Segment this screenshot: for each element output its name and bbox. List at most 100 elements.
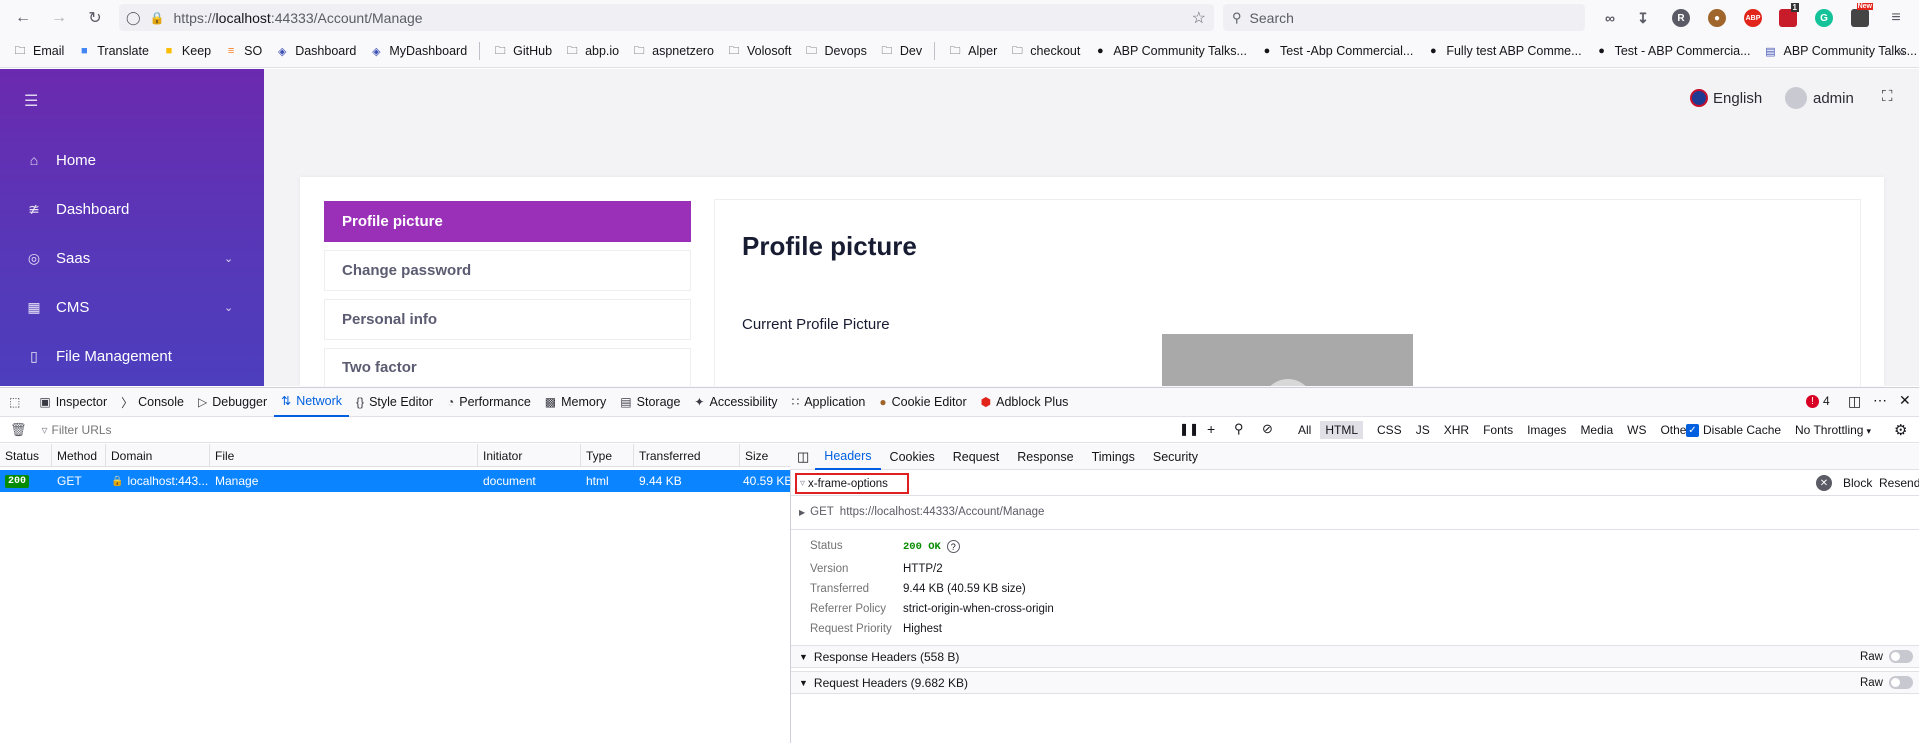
column-file[interactable]: File	[210, 444, 478, 467]
filter-all[interactable]: All	[1298, 423, 1311, 441]
filter-media[interactable]: Media	[1580, 423, 1613, 441]
star-bookmark-icon[interactable]: ☆	[1192, 8, 1206, 28]
tab-response[interactable]: Response	[1008, 444, 1082, 470]
element-picker-icon[interactable]: ⬚	[0, 387, 32, 417]
bookmark-aspnetzero[interactable]: 🗀 aspnetzero	[631, 44, 714, 58]
filter-ws[interactable]: WS	[1627, 423, 1646, 441]
raw-toggle[interactable]: Raw	[1860, 650, 1919, 663]
column-type[interactable]: Type	[581, 444, 634, 467]
cookie-icon[interactable]: ●	[1708, 9, 1726, 27]
bookmark-github[interactable]: 🗀 GitHub	[492, 44, 552, 58]
back-arrow-icon[interactable]: ←	[9, 4, 37, 32]
column-domain[interactable]: Domain	[106, 444, 210, 467]
bookmark-abp-io[interactable]: 🗀 abp.io	[564, 44, 620, 58]
menu-icon[interactable]: ≡	[1887, 9, 1905, 27]
filter-images[interactable]: Images	[1527, 423, 1566, 441]
private-mask-icon[interactable]: ∞	[1601, 9, 1619, 27]
tab-timings[interactable]: Timings	[1083, 444, 1144, 470]
table-row[interactable]: 200 GET 🔒 localhost:443... Manage documen…	[0, 470, 792, 492]
block-icon[interactable]: ⊘	[1262, 421, 1273, 437]
toggle-switch[interactable]	[1889, 676, 1913, 689]
filter-css[interactable]: CSS	[1377, 423, 1402, 441]
response-headers-section[interactable]: ▼ Response Headers (558 B) Raw	[791, 645, 1919, 668]
tab-accessibility[interactable]: ✦ Accessibility	[687, 387, 784, 417]
column-status[interactable]: Status	[0, 444, 52, 467]
search-bar[interactable]: ⚲ Search	[1223, 4, 1585, 31]
more-options-icon[interactable]: ⋯	[1873, 392, 1887, 409]
filter-xhr[interactable]: XHR	[1444, 423, 1469, 441]
bookmark-email[interactable]: 🗀 Email	[12, 44, 65, 58]
tab-security[interactable]: Security	[1144, 444, 1207, 470]
tab-cookie-editor[interactable]: ● Cookie Editor	[872, 387, 973, 417]
sidebar-item-cms[interactable]: ▦ CMS ⌄	[24, 295, 233, 319]
help-icon[interactable]: ?	[946, 540, 960, 553]
trash-icon[interactable]: 🗑	[10, 422, 27, 438]
sidebar-item-home[interactable]: ⌂ Home	[24, 148, 96, 172]
gear-icon[interactable]: ⚙	[1894, 421, 1907, 439]
disable-cache-checkbox[interactable]: ✓ Disable Cache	[1686, 423, 1781, 437]
resend-button[interactable]: Resend	[1879, 476, 1919, 490]
dock-side-icon[interactable]: ◫	[1848, 393, 1861, 410]
bookmark-mydashboard[interactable]: ◈ MyDashboard	[368, 44, 467, 58]
tab-network[interactable]: ⇅ Network	[274, 387, 350, 417]
sidebar-item-dashboard[interactable]: ≇ Dashboard	[24, 197, 129, 221]
tab-adblock-plus[interactable]: ⬢ Adblock Plus	[974, 387, 1076, 417]
plus-icon[interactable]: +	[1207, 421, 1215, 437]
bookmark-devops[interactable]: 🗀 Devops	[803, 44, 867, 58]
bookmark-abp-community-talks[interactable]: ● ABP Community Talks...	[1092, 44, 1247, 58]
column-method[interactable]: Method	[52, 444, 106, 467]
bookmark-fully-test[interactable]: ● Fully test ABP Comme...	[1425, 44, 1582, 58]
toggle-sidebar-icon[interactable]: ◫	[797, 449, 809, 465]
tab-style-editor[interactable]: {} Style Editor	[349, 387, 440, 417]
toggle-switch[interactable]	[1889, 650, 1913, 663]
column-initiator[interactable]: Initiator	[478, 444, 581, 467]
filter-html[interactable]: HTML	[1320, 421, 1364, 439]
hamburger-menu-icon[interactable]: ☰	[24, 91, 38, 111]
request-headers-section[interactable]: ▼ Request Headers (9.682 KB) Raw	[791, 671, 1919, 694]
tab-inspector[interactable]: ▣ Inspector	[32, 387, 114, 417]
tab-performance[interactable]: ◔ Performance	[440, 387, 538, 417]
throttling-select[interactable]: No Throttling ▾	[1795, 423, 1871, 437]
raw-toggle[interactable]: Raw	[1860, 676, 1919, 689]
fullscreen-icon[interactable]: ⛶	[1882, 88, 1893, 105]
bookmark-abp-community-talks-2[interactable]: ▤ ABP Community Talks...	[1762, 44, 1917, 58]
tab-request[interactable]: Request	[944, 444, 1009, 470]
tab-memory[interactable]: ▩ Memory	[538, 387, 614, 417]
r-extension-icon[interactable]: R	[1672, 9, 1690, 27]
sidebar-item-saas[interactable]: ◎ Saas ⌄	[24, 246, 233, 270]
tab-personal-info[interactable]: Personal info	[324, 299, 691, 340]
bookmark-translate[interactable]: ■ Translate	[76, 44, 149, 58]
tab-debugger[interactable]: ▷ Debugger	[191, 387, 274, 417]
tab-application[interactable]: ∷ Application	[785, 387, 873, 417]
tab-console[interactable]: 〉 Console	[114, 387, 191, 417]
tab-cookies[interactable]: Cookies	[881, 444, 944, 470]
filter-js[interactable]: JS	[1416, 423, 1430, 441]
download-icon[interactable]: ↧	[1634, 9, 1652, 27]
bookmark-dev[interactable]: 🗀 Dev	[879, 44, 922, 58]
sidebar-item-file-management[interactable]: ▯ File Management	[24, 344, 172, 368]
tab-headers[interactable]: Headers	[815, 444, 881, 470]
search-icon[interactable]: ⚲	[1234, 421, 1244, 437]
error-counter[interactable]: ! 4	[1806, 394, 1830, 408]
bookmark-so[interactable]: ≡ SO	[223, 44, 262, 58]
tab-change-password[interactable]: Change password	[324, 250, 691, 291]
bookmark-alper[interactable]: 🗀 Alper	[947, 44, 998, 58]
column-transferred[interactable]: Transferred	[634, 444, 740, 467]
lock-icon[interactable]: 🔒	[150, 11, 165, 25]
adblock-icon[interactable]: ABP	[1744, 9, 1762, 27]
header-filter-input[interactable]: ▿ x-frame-options	[795, 473, 909, 494]
url-bar[interactable]: ◯ 🔒 https://localhost:44333/Account/Mana…	[119, 4, 1214, 31]
pause-icon[interactable]: ❚❚	[1179, 422, 1199, 436]
filter-fonts[interactable]: Fonts	[1483, 423, 1513, 441]
column-size[interactable]: Size	[740, 444, 790, 467]
block-button[interactable]: Block	[1843, 476, 1872, 490]
bookmark-checkout[interactable]: 🗀 checkout	[1009, 44, 1081, 58]
more-bookmarks-icon[interactable]: »	[1897, 43, 1905, 59]
reload-icon[interactable]: ↻	[81, 4, 109, 32]
extension-badge-icon[interactable]: 1	[1779, 3, 1799, 27]
tab-storage[interactable]: ▤ Storage	[613, 387, 687, 417]
tab-two-factor[interactable]: Two factor	[324, 348, 691, 386]
bookmark-test-abp-commercial[interactable]: ● Test -Abp Commercial...	[1259, 44, 1414, 58]
tab-profile-picture[interactable]: Profile picture	[324, 201, 691, 242]
bookmark-test-abp-commercia[interactable]: ● Test - ABP Commercia...	[1594, 44, 1750, 58]
